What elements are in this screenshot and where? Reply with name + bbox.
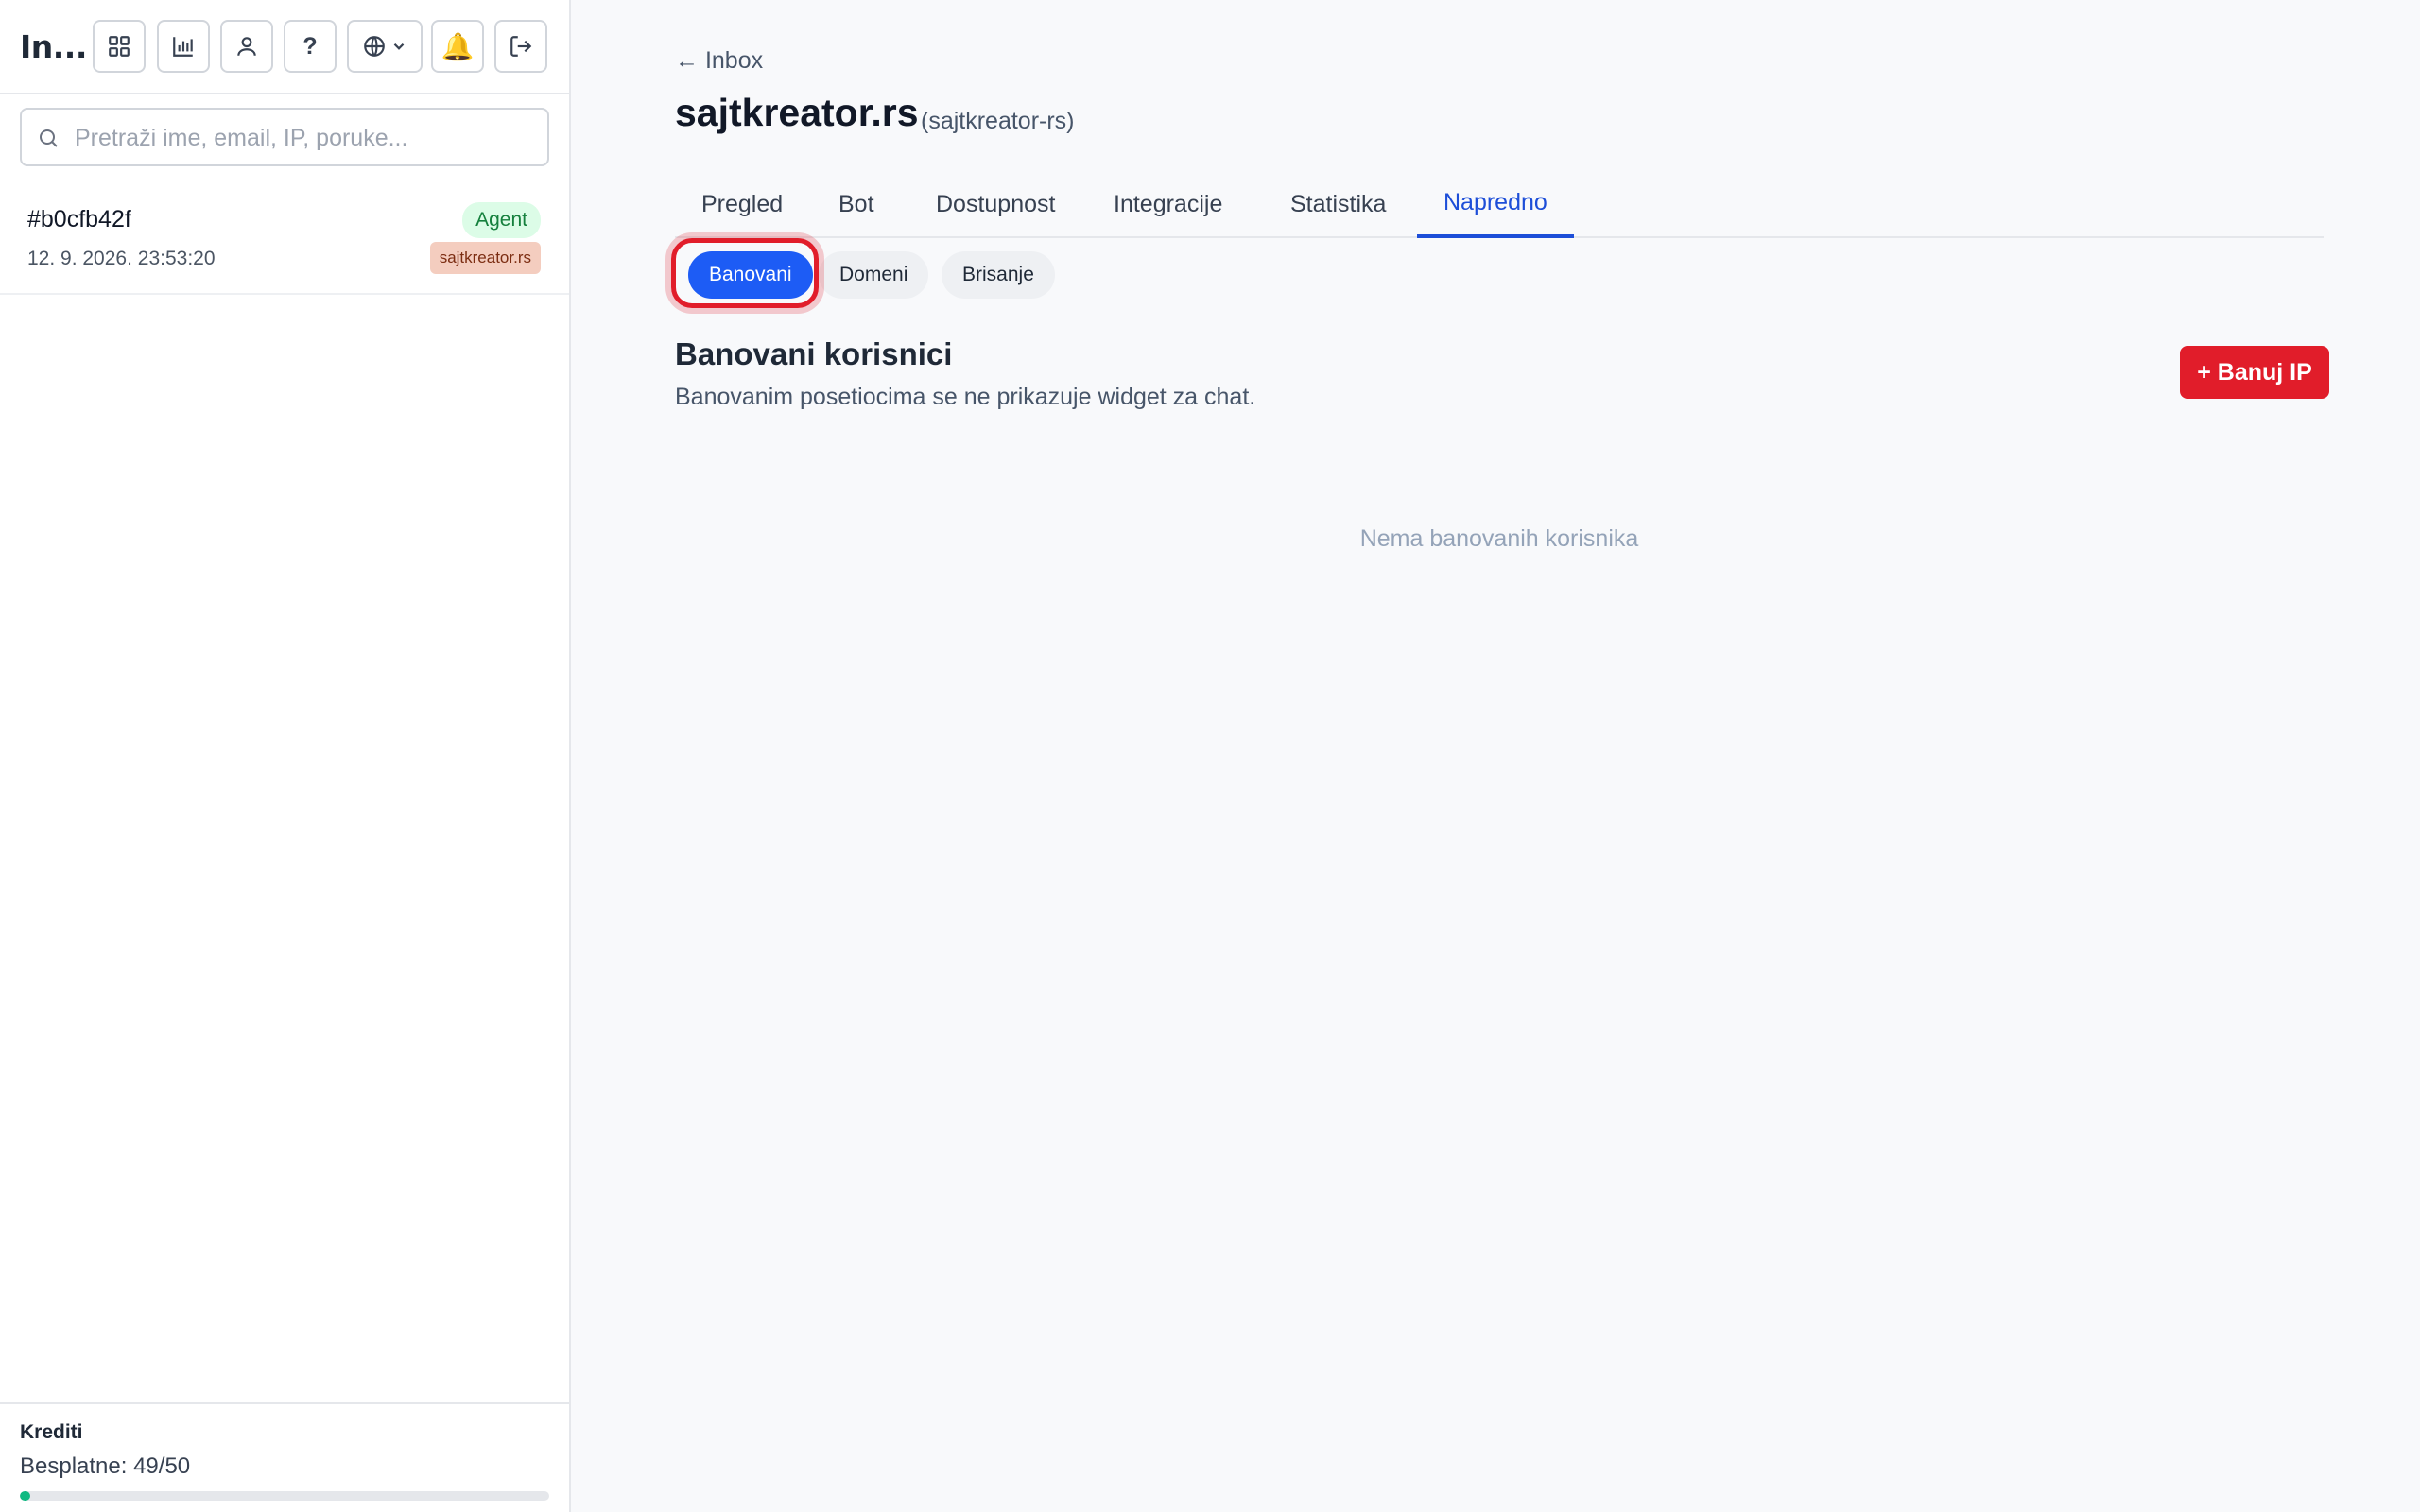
bell-icon: 🔔: [441, 31, 475, 61]
subtab-brisanje[interactable]: Brisanje: [942, 251, 1055, 299]
conversation-id: #b0cfb42f: [27, 206, 131, 232]
credits-progress-bar: [20, 1491, 549, 1501]
grid-icon: [109, 36, 130, 57]
conversation-item[interactable]: #b0cfb42f 12. 9. 2026. 23:53:20 Agent sa…: [0, 185, 569, 295]
user-icon: [237, 37, 256, 56]
credits-progress-fill: [20, 1491, 31, 1501]
main-content: ← Inbox sajtkreator.rs (sajtkreator-rs) …: [573, 0, 2420, 1512]
page-slug: (sajtkreator-rs): [921, 108, 1075, 134]
sidebar: In... ? 🔔 Pretraži ime, email, IP, poruk…: [0, 0, 571, 1512]
tab-napredno[interactable]: Napredno: [1417, 170, 1574, 238]
credits-value: Besplatne: 49/50: [20, 1453, 191, 1479]
logout-icon: [510, 36, 532, 57]
site-badge: sajtkreator.rs: [429, 242, 541, 274]
logout-button[interactable]: [494, 20, 547, 73]
status-badge: Agent: [462, 202, 541, 238]
back-to-inbox-link[interactable]: ← Inbox: [675, 47, 763, 75]
empty-state: Nema banovanih korisnika: [1359, 525, 1639, 552]
credits-label: Krediti: [20, 1421, 83, 1443]
credits-panel: Krediti Besplatne: 49/50: [0, 1402, 569, 1512]
profile-button[interactable]: [220, 20, 273, 73]
conversation-time: 12. 9. 2026. 23:53:20: [27, 248, 216, 269]
search-box[interactable]: [20, 108, 549, 166]
search-input[interactable]: [75, 119, 538, 157]
language-button[interactable]: [347, 20, 423, 73]
subtab-banovani[interactable]: Banovani: [688, 251, 813, 299]
app-title: In...: [20, 28, 87, 65]
sidebar-toolbar: In... ? 🔔: [0, 0, 569, 94]
help-button[interactable]: ?: [284, 20, 337, 73]
subtab-domeni[interactable]: Domeni: [819, 251, 929, 299]
bar-chart-icon: [173, 37, 193, 57]
settings-tabs: Pregled Bot Dostupnost Integracije Stati…: [675, 170, 2324, 238]
notifications-button[interactable]: 🔔: [431, 20, 484, 73]
page-title: sajtkreator.rs: [675, 91, 919, 134]
tab-statistika[interactable]: Statistika: [1264, 170, 1412, 238]
ban-ip-button[interactable]: + Banuj IP: [2180, 346, 2329, 399]
search-icon: [40, 129, 58, 147]
globe-icon: [364, 36, 385, 57]
chevron-down-icon: [393, 43, 405, 50]
question-icon: ?: [302, 32, 318, 60]
section-description: Banovanim posetiocima se ne prikazuje wi…: [675, 384, 1256, 410]
tab-dostupnost[interactable]: Dostupnost: [909, 170, 1081, 238]
dashboard-button[interactable]: [93, 20, 146, 73]
stats-button[interactable]: [157, 20, 210, 73]
tab-pregled[interactable]: Pregled: [675, 170, 809, 238]
tab-integracije[interactable]: Integracije: [1087, 170, 1249, 238]
tab-bot[interactable]: Bot: [812, 170, 901, 238]
section-title: Banovani korisnici: [675, 336, 953, 371]
